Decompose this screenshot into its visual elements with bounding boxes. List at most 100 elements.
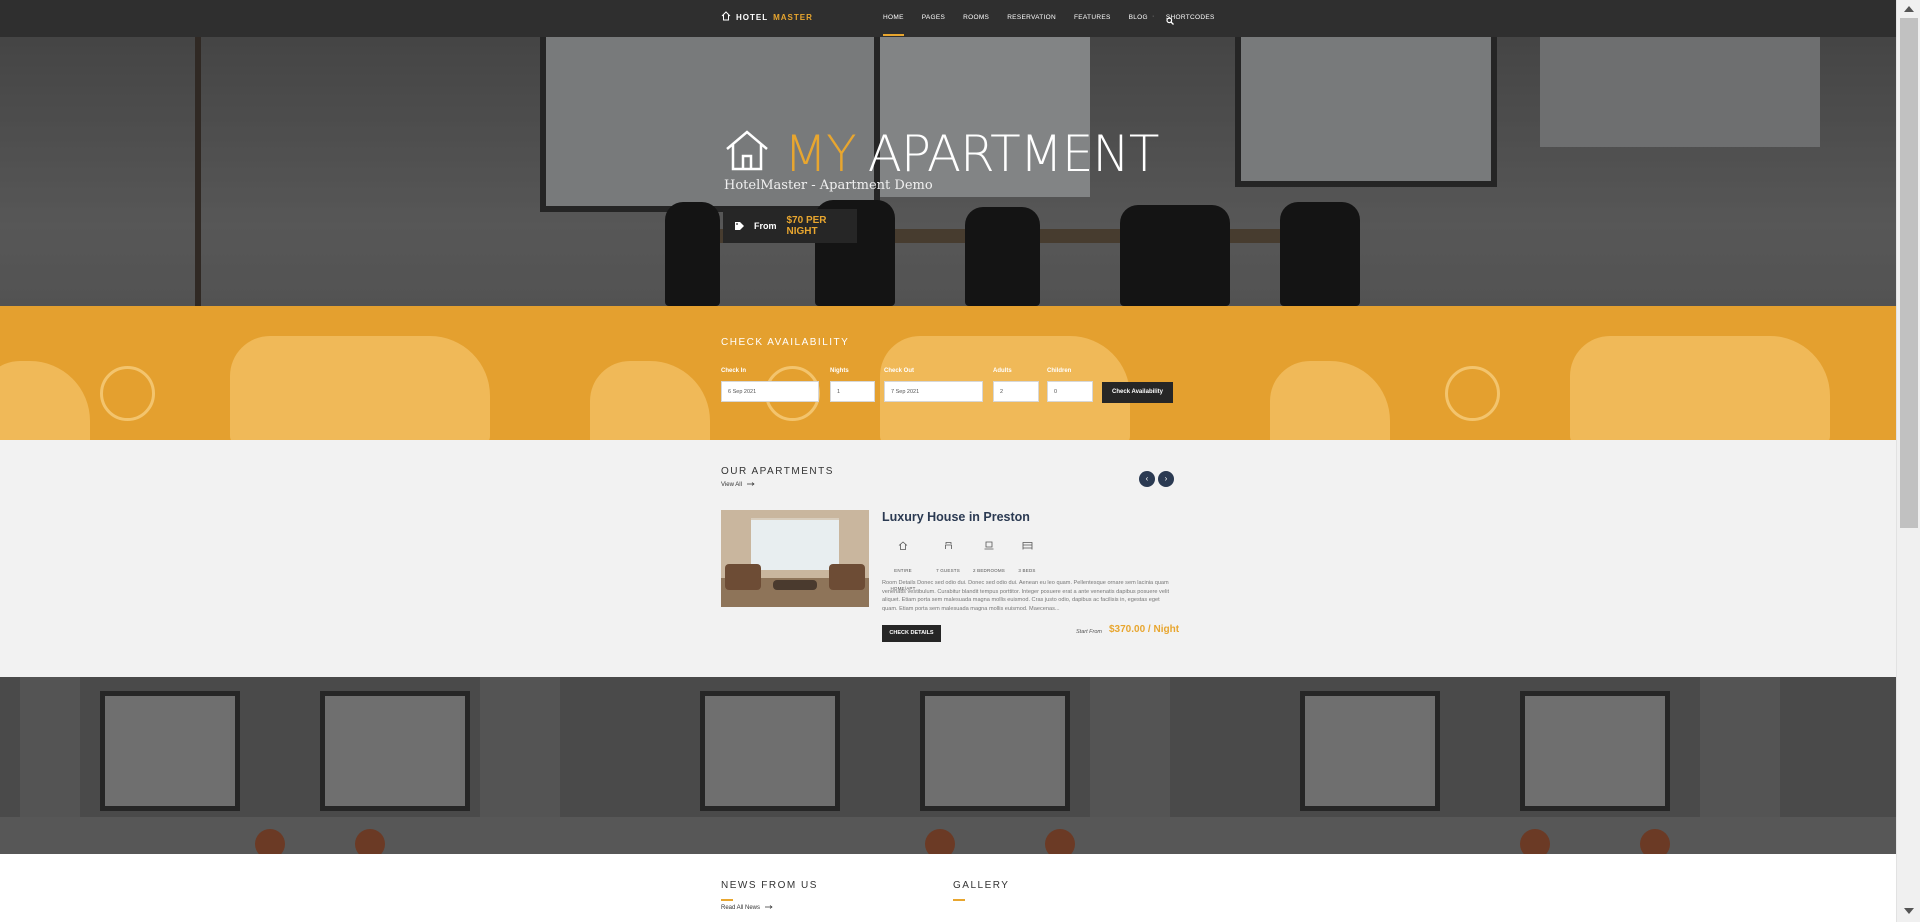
view-all-label: View All [721,482,742,488]
band-chair [1520,829,1550,854]
menu-item-blog[interactable]: BLOG [1129,14,1148,36]
gallery-title: GALLERY [953,880,1010,891]
thumb-window-frame [751,518,839,520]
menu-item-pages[interactable]: PAGES [922,14,945,36]
hero-section: MY APARTMENT HotelMaster - Apartment Dem… [0,37,1896,306]
top-nav: HOTEL MASTER HOME PAGES ROOMS RESERVATIO… [0,0,1896,37]
adults-label: Adults [993,368,1012,374]
bg-lamp [1445,366,1500,421]
band-window-frame [1520,691,1670,811]
feature-label: 7 GUESTS [936,568,960,573]
bg-pillow [230,336,490,440]
checkout-field[interactable]: 7 Sep 2021 [884,381,983,402]
band-window-frame [700,691,840,811]
bg-pillow [590,361,710,440]
start-from-label: Start From [1076,629,1102,635]
band-chair [1045,829,1075,854]
news-title: NEWS FROM US [721,880,818,891]
gallery-title-underline [953,899,965,901]
price-prefix: From [754,221,777,231]
read-all-news-link[interactable]: Read All News [721,905,773,911]
apartment-name[interactable]: Luxury House in Preston [882,510,1030,524]
bg-pillow [0,361,90,440]
nights-field[interactable]: 1 [830,381,875,402]
page: HOTEL MASTER HOME PAGES ROOMS RESERVATIO… [0,0,1920,922]
checkout-label: Check Out [884,368,915,374]
check-availability-button[interactable]: Check Availability [1102,382,1173,403]
thumb-armchair [829,564,865,590]
bed-icon [1016,537,1038,555]
nights-label: Nights [830,368,849,374]
adults-field[interactable]: 2 [993,381,1039,402]
checkin-field[interactable]: 6 Sep 2021 [721,381,819,402]
arrow-right-icon [765,905,773,911]
bg-lamp [100,366,155,421]
thumb-window [751,518,839,570]
apartment-price: $370.00 / Night [1109,624,1180,635]
home-icon [882,537,924,555]
vertical-scrollbar[interactable] [1896,0,1920,922]
carousel-prev-button[interactable]: ‹ [1139,471,1155,487]
band-window-frame [920,691,1070,811]
view-all-link[interactable]: View All [721,482,755,488]
feature-beds: 3 BEDS [1016,537,1038,577]
band-window-frame [1300,691,1440,811]
apartments-title: OUR APARTMENTS [721,466,834,477]
house-icon [724,125,770,183]
band-chair [1640,829,1670,854]
feature-guests: 7 GUESTS [934,537,962,577]
scroll-down-arrow-icon[interactable] [1904,908,1914,914]
bg-pillow [1270,361,1390,440]
scroll-up-arrow-icon[interactable] [1904,6,1914,12]
feature-label: 3 BEDS [1018,568,1036,573]
band-window-frame [100,691,240,811]
hero-title-highlight: MY [784,125,857,183]
chevron-right-icon: › [1164,474,1168,483]
apartments-section: OUR APARTMENTS View All ‹ › Luxury House… [0,440,1896,677]
read-all-news-label: Read All News [721,905,761,911]
search-icon[interactable] [1166,12,1174,30]
logo-word-hotel: HOTEL [736,12,769,22]
band-chair [925,829,955,854]
carousel-next-button[interactable]: › [1158,471,1174,487]
site-logo[interactable]: HOTEL MASTER [721,11,813,23]
logo-word-master: MASTER [773,12,813,22]
price-value: $70 PER NIGHT [786,215,827,237]
hero-price-tag: From $70 PER NIGHT [723,209,857,243]
checkin-label: Check In [721,368,747,374]
main-menu: HOME PAGES ROOMS RESERVATION FEATURES BL… [883,14,1233,36]
children-label: Children [1047,368,1072,374]
check-availability-section: CHECK AVAILABILITY Check In 6 Sep 2021 N… [0,306,1896,440]
band-window-frame [320,691,470,811]
check-details-button[interactable]: CHECK DETAILS [882,625,941,642]
hero-title-main: APARTMENT [867,125,1160,183]
news-title-underline [721,899,733,901]
menu-item-features[interactable]: FEATURES [1074,14,1111,36]
availability-title: CHECK AVAILABILITY [721,337,850,348]
feature-label: 2 BEDROOMS [972,568,1005,573]
thumb-armchair [725,564,761,590]
menu-item-rooms[interactable]: ROOMS [963,14,989,36]
chevron-left-icon: ‹ [1145,474,1149,483]
apartment-thumbnail[interactable] [721,510,869,607]
hero-subtitle: HotelMaster - Apartment Demo [724,178,933,193]
thumb-table [773,580,817,590]
feature-bedrooms: 2 BEDROOMS [972,537,1006,577]
band-chair [255,829,285,854]
house-icon [721,11,731,23]
band-chair [355,829,385,854]
hero-title: MY APARTMENT [724,125,1160,183]
apartment-description: Room Details Donec sed odio dui. Donec s… [882,580,1170,612]
tag-icon [735,217,744,235]
bedroom-icon [972,537,1006,555]
children-field[interactable]: 0 [1047,381,1093,402]
menu-item-reservation[interactable]: RESERVATION [1007,14,1056,36]
menu-item-home[interactable]: HOME [883,14,904,36]
arrow-right-icon [746,482,755,488]
page-content: HOTEL MASTER HOME PAGES ROOMS RESERVATIO… [0,0,1896,922]
bg-pillow [1570,336,1830,440]
menu-separator: · [1152,13,1155,20]
scrollbar-thumb[interactable] [1900,18,1918,528]
news-gallery-section: NEWS FROM US Read All News GALLERY [0,854,1896,922]
guests-icon [934,537,962,555]
